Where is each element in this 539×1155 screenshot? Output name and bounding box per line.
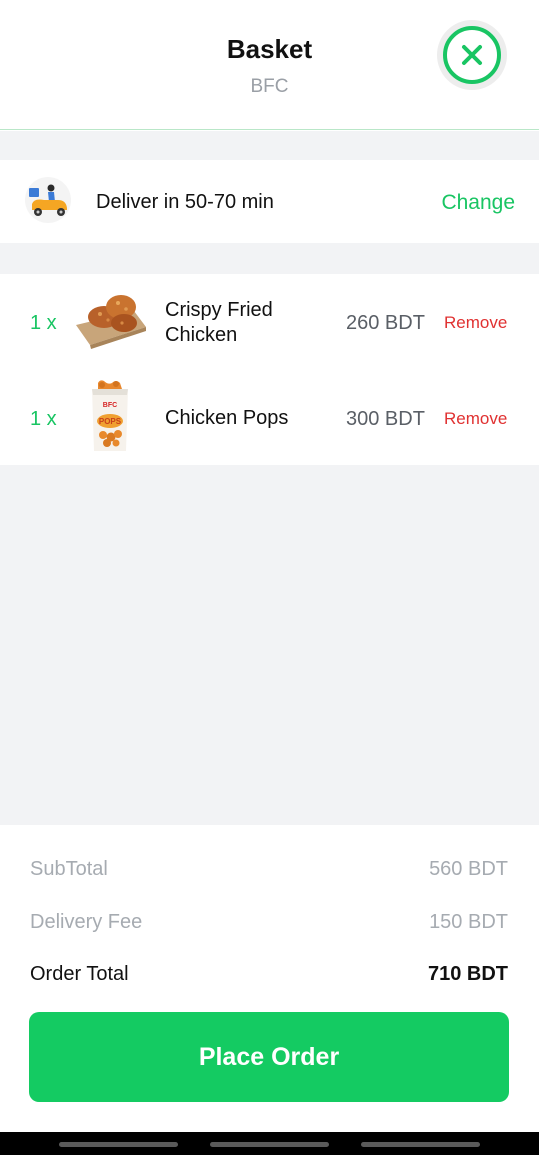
crispy-fried-chicken-image [74, 287, 148, 354]
close-button[interactable] [437, 20, 507, 90]
close-x-icon [462, 45, 482, 65]
order-total-value: 710 BDT [427, 963, 508, 985]
package-brand-text: BFC [103, 402, 117, 409]
delivery-fee-label: Delivery Fee [30, 911, 143, 933]
item-name-line: Chicken [165, 324, 238, 346]
item-quantity: 1 x [30, 312, 57, 334]
delivery-fee-value: 150 BDT [429, 911, 508, 933]
item-name: Chicken Pops [165, 407, 289, 429]
nav-pill[interactable] [361, 1142, 480, 1147]
package-label-text: POPS [99, 417, 122, 426]
delivery-time-text: Deliver in 50-70 min [96, 191, 274, 213]
subtotal-row: SubTotal 560 BDT [30, 858, 508, 881]
remove-item-button[interactable]: Remove [444, 313, 507, 333]
delivery-fee-row: Delivery Fee 150 BDT [30, 911, 508, 934]
item-name: Crispy Fried Chicken [165, 298, 273, 348]
chicken-pops-image: BFC POPS [86, 379, 134, 458]
item-price: 300 BDT [346, 408, 425, 430]
remove-item-button[interactable]: Remove [444, 409, 507, 429]
nav-pill[interactable] [59, 1142, 178, 1147]
order-total-label: Order Total [30, 963, 129, 985]
place-order-button[interactable]: Place Order [29, 1012, 509, 1102]
system-nav-bar [0, 1132, 539, 1155]
subtotal-label: SubTotal [30, 858, 108, 880]
header: Basket BFC [0, 0, 539, 130]
item-quantity: 1 x [30, 408, 57, 430]
close-ring [443, 26, 501, 84]
scooter-icon [24, 176, 72, 229]
item-price: 260 BDT [346, 312, 425, 334]
nav-pill[interactable] [210, 1142, 329, 1147]
subtotal-value: 560 BDT [429, 858, 508, 880]
item-name-line: Crispy Fried [165, 299, 273, 321]
order-total-row: Order Total 710 BDT [30, 963, 508, 986]
change-delivery-button[interactable]: Change [441, 191, 515, 215]
